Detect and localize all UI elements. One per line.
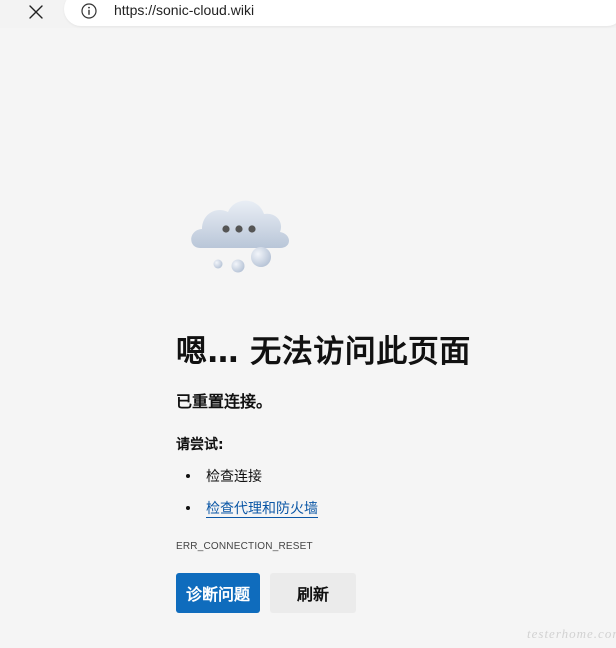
error-message: 已重置连接。 <box>176 392 273 411</box>
url-text[interactable]: https://sonic-cloud.wiki <box>114 2 254 18</box>
close-icon <box>29 5 43 19</box>
try-label: 请尝试: <box>176 437 224 453</box>
close-button[interactable] <box>22 1 50 23</box>
error-code: ERR_CONNECTION_RESET <box>176 541 313 552</box>
suggestion-label: 检查连接 <box>206 469 262 485</box>
suggestion-list: 检查连接 检查代理和防火墙 <box>176 466 318 530</box>
address-bar[interactable]: https://sonic-cloud.wiki <box>64 0 616 26</box>
proxy-firewall-link[interactable]: 检查代理和防火墙 <box>206 501 318 518</box>
info-icon[interactable] <box>81 3 97 19</box>
cloud-icon <box>191 200 289 273</box>
browser-toolbar: https://sonic-cloud.wiki <box>0 0 616 28</box>
diagnose-button[interactable]: 诊断问题 <box>176 573 260 613</box>
bullet-icon <box>186 506 190 510</box>
bullet-icon <box>186 474 190 478</box>
watermark: testerhome.com <box>527 626 616 641</box>
refresh-button[interactable]: 刷新 <box>270 573 356 613</box>
page-title: 嗯… 无法访问此页面 <box>176 334 471 370</box>
suggestion-item-check-proxy[interactable]: 检查代理和防火墙 <box>176 498 318 530</box>
suggestion-item-check-connection: 检查连接 <box>176 466 318 498</box>
